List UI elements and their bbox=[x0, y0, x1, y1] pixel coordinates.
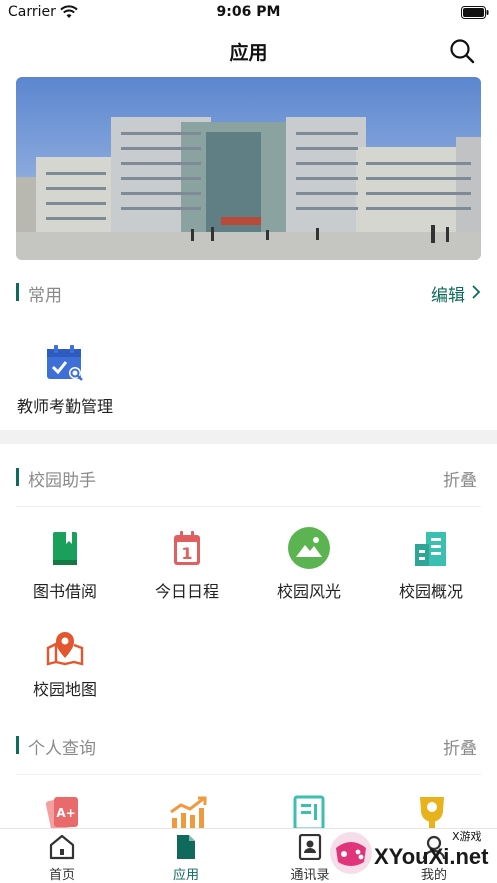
divider bbox=[16, 774, 481, 775]
gamepad-logo-icon bbox=[330, 832, 372, 874]
watermark: X游戏 XYouXi.net bbox=[326, 826, 497, 883]
trophy-icon[interactable] bbox=[412, 795, 452, 828]
app-label: 校园风光 bbox=[276, 582, 341, 601]
personal-section-title: 个人查询 bbox=[28, 739, 96, 759]
page-title: 应用 bbox=[229, 42, 268, 64]
tab-label: 首页 bbox=[48, 868, 75, 883]
collapse-button[interactable]: 折叠 bbox=[443, 734, 477, 759]
calendar-icon-day: 1 bbox=[181, 544, 192, 563]
contacts-icon bbox=[298, 834, 322, 860]
tab-label: 应用 bbox=[172, 868, 199, 883]
campus-section-title: 校园助手 bbox=[28, 471, 96, 491]
map-pin-icon bbox=[46, 632, 84, 666]
tab-home[interactable]: 首页 bbox=[0, 829, 124, 883]
landscape-icon bbox=[288, 527, 330, 569]
watermark-small-text: X游戏 bbox=[452, 830, 482, 843]
app-library-borrow[interactable]: 图书借阅 bbox=[4, 530, 124, 610]
nav-bar: 应用 bbox=[0, 26, 497, 74]
divider bbox=[16, 506, 481, 507]
tab-apps[interactable]: 应用 bbox=[124, 829, 248, 883]
section-separator bbox=[0, 430, 497, 444]
status-bar: Carrier 9:06 PM bbox=[0, 0, 497, 26]
edit-button[interactable]: 编辑 bbox=[431, 281, 465, 306]
section-accent-bar bbox=[16, 468, 19, 486]
app-campus-map[interactable]: 校园地图 bbox=[4, 628, 124, 708]
app-label: 校园概况 bbox=[398, 582, 463, 601]
common-section-header: 常用 编辑 bbox=[0, 277, 497, 307]
app-label: 校园地图 bbox=[32, 680, 97, 699]
grade-card-icon-text: A+ bbox=[56, 806, 75, 820]
attendance-calendar-icon bbox=[47, 345, 83, 381]
status-time: 9:06 PM bbox=[216, 4, 281, 20]
section-accent-bar bbox=[16, 736, 19, 754]
chart-icon[interactable] bbox=[168, 796, 208, 828]
app-campus-scenery[interactable]: 校园风光 bbox=[248, 527, 368, 607]
app-campus-overview[interactable]: 校园概况 bbox=[370, 530, 490, 610]
personal-section-header: 个人查询 折叠 bbox=[0, 730, 497, 760]
app-label: 教师考勤管理 bbox=[16, 397, 113, 416]
common-section-title: 常用 bbox=[28, 286, 62, 306]
campus-section-header: 校园助手 折叠 bbox=[0, 462, 497, 492]
section-accent-bar bbox=[16, 283, 19, 301]
battery-icon bbox=[461, 6, 489, 19]
app-label: 今日日程 bbox=[154, 582, 219, 601]
search-icon[interactable] bbox=[449, 38, 475, 64]
app-doc-icon bbox=[177, 835, 195, 859]
book-icon bbox=[53, 532, 77, 565]
collapse-button[interactable]: 折叠 bbox=[443, 466, 477, 491]
app-teacher-attendance[interactable]: 教师考勤管理 bbox=[4, 345, 124, 425]
calendar-icon: 1 bbox=[174, 531, 200, 565]
watermark-text: XYouXi.net bbox=[374, 844, 489, 869]
app-today-schedule[interactable]: 1 今日日程 bbox=[126, 530, 246, 610]
app-label: 图书借阅 bbox=[32, 582, 97, 601]
home-icon bbox=[49, 834, 75, 860]
campus-banner-image[interactable] bbox=[16, 77, 481, 260]
document-icon[interactable] bbox=[292, 795, 326, 828]
building-icon bbox=[415, 532, 446, 566]
grade-card-icon[interactable]: A+ bbox=[46, 795, 82, 828]
chevron-right-icon[interactable] bbox=[471, 285, 481, 299]
